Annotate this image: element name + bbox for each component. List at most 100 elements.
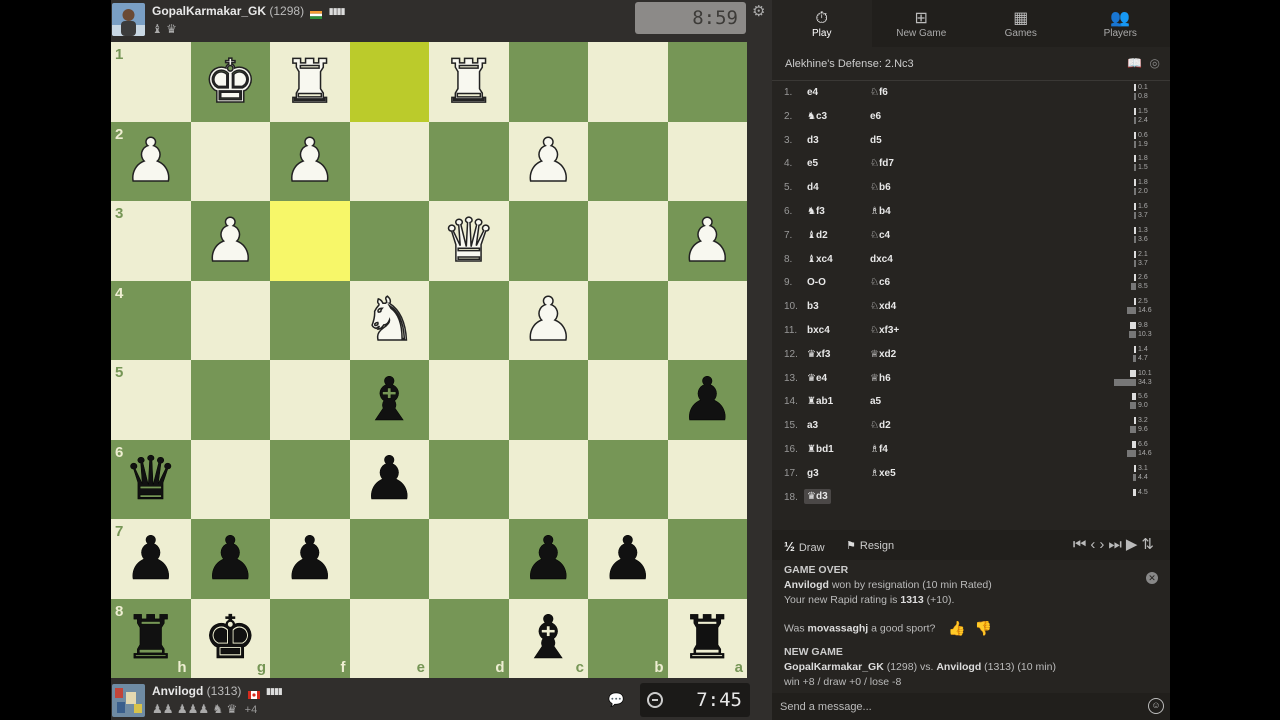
square-h1[interactable]: 1 xyxy=(111,42,191,122)
square-c2[interactable]: ♟ xyxy=(508,121,588,201)
bottom-player-avatar[interactable] xyxy=(112,684,145,717)
white-pawn-icon[interactable]: ♟ xyxy=(282,131,337,193)
square-g7[interactable]: ♟ xyxy=(190,519,270,599)
white-move[interactable]: ♝d2 xyxy=(807,230,828,241)
white-move[interactable]: d3 xyxy=(807,135,819,146)
message-input[interactable] xyxy=(780,697,1140,717)
white-pawn-icon[interactable]: ♟ xyxy=(123,131,178,193)
square-h8[interactable]: 8 h ♜ xyxy=(111,598,191,678)
square-d7[interactable] xyxy=(429,519,509,599)
white-move[interactable]: ♛d3 xyxy=(804,488,831,504)
white-king-icon[interactable]: ♚ xyxy=(203,51,258,113)
chat-icon[interactable]: 💬 xyxy=(608,692,624,708)
sport-name[interactable]: movassaghj xyxy=(808,622,869,634)
square-a1[interactable] xyxy=(667,42,747,122)
square-e3[interactable] xyxy=(349,201,429,281)
white-rook-icon[interactable]: ♜ xyxy=(282,51,337,113)
black-move[interactable]: ♘xf3+ xyxy=(870,325,899,336)
square-g8[interactable]: g ♚ xyxy=(190,598,270,678)
black-pawn-icon[interactable]: ♟ xyxy=(283,529,337,590)
square-d4[interactable] xyxy=(429,280,509,360)
square-a4[interactable] xyxy=(667,280,747,360)
square-g5[interactable] xyxy=(190,360,270,440)
square-c7[interactable]: ♟ xyxy=(508,519,588,599)
chessboard[interactable]: 1 ♚ ♜ ♜ 2 ♟ ♟ ♟ 3 ♟ ♛ ♟ 4 ♞ ♟ 5 ♝ ♟ 6 ♛ ♟ 7 ♟ ♟ ♟ ♟ ♟ 8 h ♜ g ♚ f e d c ♝ b a ♜ xyxy=(111,42,747,678)
square-h6[interactable]: 6 ♛ xyxy=(111,439,191,519)
square-a2[interactable] xyxy=(667,121,747,201)
white-move[interactable]: e4 xyxy=(807,87,818,98)
white-move[interactable]: ♛e4 xyxy=(807,373,827,384)
square-a6[interactable] xyxy=(667,439,747,519)
square-g1[interactable]: ♚ xyxy=(190,42,270,122)
new-game-player2[interactable]: Anvilogd xyxy=(936,661,981,673)
square-d6[interactable] xyxy=(429,439,509,519)
square-d2[interactable] xyxy=(429,121,509,201)
square-f2[interactable]: ♟ xyxy=(270,121,350,201)
black-move[interactable]: e6 xyxy=(870,111,881,122)
black-pawn-icon[interactable]: ♟ xyxy=(124,529,178,590)
top-player-name[interactable]: GopalKarmakar_GK xyxy=(152,4,266,18)
white-rook-icon[interactable]: ♜ xyxy=(441,51,496,113)
white-pawn-icon[interactable]: ♟ xyxy=(680,210,735,272)
square-e2[interactable] xyxy=(349,121,429,201)
black-move[interactable]: ♘fd7 xyxy=(870,158,894,169)
square-f7[interactable]: ♟ xyxy=(270,519,350,599)
square-a5[interactable]: ♟ xyxy=(667,360,747,440)
white-move[interactable]: ♞c3 xyxy=(807,111,827,122)
black-queen-icon[interactable]: ♛ xyxy=(124,449,178,510)
square-a7[interactable] xyxy=(667,519,747,599)
draw-button[interactable]: ½ Draw xyxy=(784,539,825,554)
black-move[interactable]: ♘c6 xyxy=(870,277,890,288)
tab-players[interactable]: 👥 Players xyxy=(1071,0,1171,47)
square-c1[interactable] xyxy=(508,42,588,122)
square-b6[interactable] xyxy=(588,439,668,519)
square-b1[interactable] xyxy=(588,42,668,122)
square-e4[interactable]: ♞ xyxy=(349,280,429,360)
square-e8[interactable]: e xyxy=(349,598,429,678)
square-e5[interactable]: ♝ xyxy=(349,360,429,440)
black-move[interactable]: ♕h6 xyxy=(870,373,891,384)
white-queen-icon[interactable]: ♛ xyxy=(441,210,496,272)
tab-play[interactable]: ⏱ Play xyxy=(772,0,872,47)
square-h2[interactable]: 2 ♟ xyxy=(111,121,191,201)
square-g3[interactable]: ♟ xyxy=(190,201,270,281)
white-move[interactable]: e5 xyxy=(807,158,818,169)
square-b8[interactable]: b xyxy=(588,598,668,678)
square-h4[interactable]: 4 xyxy=(111,280,191,360)
white-move[interactable]: ♞f3 xyxy=(807,206,825,217)
white-pawn-icon[interactable]: ♟ xyxy=(203,210,258,272)
square-b3[interactable] xyxy=(588,201,668,281)
black-move[interactable]: ♘xd4 xyxy=(870,301,896,312)
black-move[interactable]: dxc4 xyxy=(870,254,893,265)
black-pawn-icon[interactable]: ♟ xyxy=(680,370,734,431)
square-b7[interactable]: ♟ xyxy=(588,519,668,599)
square-b5[interactable] xyxy=(588,360,668,440)
square-c3[interactable] xyxy=(508,201,588,281)
white-move[interactable]: ♝xc4 xyxy=(807,254,833,265)
white-move[interactable]: bxc4 xyxy=(807,325,830,336)
white-knight-icon[interactable]: ♞ xyxy=(362,290,417,352)
square-h5[interactable]: 5 xyxy=(111,360,191,440)
square-d5[interactable] xyxy=(429,360,509,440)
white-pawn-icon[interactable]: ♟ xyxy=(521,131,576,193)
black-move[interactable]: ♘f6 xyxy=(870,87,888,98)
gear-icon[interactable]: ⚙ xyxy=(752,2,768,20)
white-move[interactable]: O-O xyxy=(807,277,826,288)
play-icon[interactable]: ▶ xyxy=(1126,536,1142,553)
square-e6[interactable]: ♟ xyxy=(349,439,429,519)
book-icon[interactable]: 📖 xyxy=(1127,56,1142,70)
white-pawn-icon[interactable]: ♟ xyxy=(521,290,576,352)
tab-games[interactable]: ▦ Games xyxy=(971,0,1071,47)
black-rook-icon[interactable]: ♜ xyxy=(680,608,734,669)
square-h3[interactable]: 3 xyxy=(111,201,191,281)
square-f4[interactable] xyxy=(270,280,350,360)
black-bishop-icon[interactable]: ♝ xyxy=(521,608,575,669)
thumbs-down-icon[interactable]: 👎 xyxy=(975,621,992,636)
white-move[interactable]: ♛xf3 xyxy=(807,349,830,360)
analysis-icon[interactable]: ◎ xyxy=(1150,56,1160,70)
emoji-icon[interactable]: ☺ xyxy=(1148,698,1164,714)
square-c6[interactable] xyxy=(508,439,588,519)
black-pawn-icon[interactable]: ♟ xyxy=(601,529,655,590)
previous-move-icon[interactable]: ‹ xyxy=(1090,536,1099,553)
first-move-icon[interactable]: ⏮ xyxy=(1073,536,1091,553)
